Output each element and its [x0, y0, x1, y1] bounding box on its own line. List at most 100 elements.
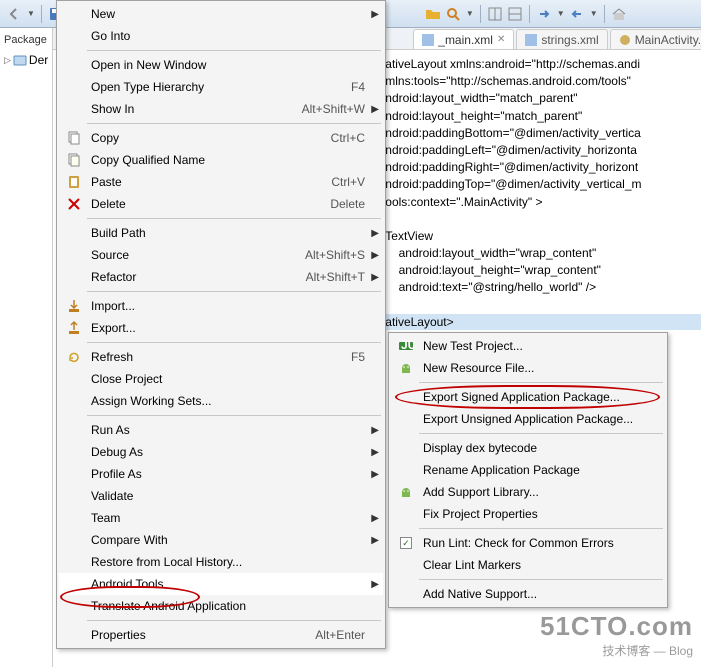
menu-item-go-into[interactable]: Go Into [59, 25, 383, 47]
menu-label: Run As [85, 423, 379, 437]
menu-item-profile-as[interactable]: Profile As▶ [59, 463, 383, 485]
watermark-subtext: 技术博客 — Blog [540, 642, 693, 659]
layout2-icon[interactable] [507, 6, 523, 22]
menu-item-open-type-hierarchy[interactable]: Open Type HierarchyF4 [59, 76, 383, 98]
menu-label: Show In [85, 102, 302, 116]
back2-icon[interactable] [569, 6, 585, 22]
menu-shortcut: Ctrl+V [331, 175, 379, 189]
tab-main-xml[interactable]: _main.xml ✕ [413, 29, 514, 49]
check-icon: ✓ [395, 537, 417, 549]
menu-item-translate-android-application[interactable]: Translate Android Application [59, 595, 383, 617]
menu-item-run-as[interactable]: Run As▶ [59, 419, 383, 441]
menu-item-copy-qualified-name[interactable]: Copy Qualified Name [59, 149, 383, 171]
separator [529, 5, 530, 23]
menu-label: Copy [85, 131, 331, 145]
menu-item-open-in-new-window[interactable]: Open in New Window [59, 54, 383, 76]
dropdown-icon[interactable]: ▼ [466, 9, 474, 18]
menu-label: Translate Android Application [85, 599, 379, 613]
menu-item-run-lint-check-for-common-errors[interactable]: ✓Run Lint: Check for Common Errors [391, 532, 665, 554]
menu-item-display-dex-bytecode[interactable]: Display dex bytecode [391, 437, 665, 459]
dropdown-icon[interactable]: ▼ [590, 9, 598, 18]
menu-item-export-unsigned-application-package[interactable]: Export Unsigned Application Package... [391, 408, 665, 430]
code-editor[interactable]: ativeLayout xmlns:android="http://schema… [383, 50, 701, 336]
menu-label: Close Project [85, 372, 379, 386]
menu-separator [87, 342, 381, 343]
forward-icon[interactable] [536, 6, 552, 22]
menu-label: Clear Lint Markers [417, 558, 661, 572]
open-folder-icon[interactable] [425, 6, 441, 22]
menu-item-properties[interactable]: PropertiesAlt+Enter [59, 624, 383, 646]
menu-item-debug-as[interactable]: Debug As▶ [59, 441, 383, 463]
menu-label: Paste [85, 175, 331, 189]
menu-item-team[interactable]: Team▶ [59, 507, 383, 529]
dropdown-icon[interactable]: ▼ [557, 9, 565, 18]
code-line[interactable]: ativeLayout> [385, 314, 701, 330]
menu-item-new-resource-file[interactable]: New Resource File... [391, 357, 665, 379]
code-line[interactable]: ndroid:paddingTop="@dimen/activity_verti… [385, 177, 641, 191]
menu-item-copy[interactable]: CopyCtrl+C [59, 127, 383, 149]
code-line[interactable]: ativeLayout xmlns:android="http://schema… [385, 57, 640, 71]
menu-item-android-tools[interactable]: Android Tools▶ [59, 573, 383, 595]
menu-shortcut: Alt+Enter [315, 628, 379, 642]
menu-item-show-in[interactable]: Show InAlt+Shift+W▶ [59, 98, 383, 120]
code-line[interactable]: android:text="@string/hello_world" /> [385, 280, 596, 294]
menu-item-compare-with[interactable]: Compare With▶ [59, 529, 383, 551]
code-line[interactable]: ndroid:paddingLeft="@dimen/activity_hori… [385, 143, 637, 157]
menu-item-paste[interactable]: PasteCtrl+V [59, 171, 383, 193]
watermark-text: 51CTO.com [540, 611, 693, 642]
menu-item-fix-project-properties[interactable]: Fix Project Properties [391, 503, 665, 525]
menu-item-assign-working-sets[interactable]: Assign Working Sets... [59, 390, 383, 412]
layout-icon[interactable] [487, 6, 503, 22]
dropdown-icon[interactable]: ▼ [27, 9, 35, 18]
menu-item-export[interactable]: Export... [59, 317, 383, 339]
menu-item-validate[interactable]: Validate [59, 485, 383, 507]
menu-item-rename-application-package[interactable]: Rename Application Package [391, 459, 665, 481]
code-line[interactable]: android:layout_height="wrap_content" [385, 263, 601, 277]
code-line[interactable]: ndroid:layout_width="match_parent" [385, 91, 577, 105]
menu-label: New [85, 7, 379, 21]
menu-shortcut: Ctrl+C [331, 131, 379, 145]
menu-item-build-path[interactable]: Build Path▶ [59, 222, 383, 244]
tab-main-activity[interactable]: MainActivity.java [610, 29, 701, 49]
separator [480, 5, 481, 23]
menu-item-import[interactable]: Import... [59, 295, 383, 317]
menu-item-clear-lint-markers[interactable]: Clear Lint Markers [391, 554, 665, 576]
menu-label: Refactor [85, 270, 306, 284]
menu-item-add-support-library[interactable]: Add Support Library... [391, 481, 665, 503]
menu-label: Open Type Hierarchy [85, 80, 351, 94]
menu-label: Export Unsigned Application Package... [417, 412, 661, 426]
code-line[interactable]: android:layout_width="wrap_content" [385, 246, 596, 260]
menu-item-refactor[interactable]: RefactorAlt+Shift+T▶ [59, 266, 383, 288]
menu-item-add-native-support[interactable]: Add Native Support... [391, 583, 665, 605]
menu-separator [87, 291, 381, 292]
menu-item-delete[interactable]: DeleteDelete [59, 193, 383, 215]
menu-item-restore-from-local-history[interactable]: Restore from Local History... [59, 551, 383, 573]
menu-label: New Test Project... [417, 339, 661, 353]
paste-icon [63, 174, 85, 190]
submenu-arrow-icon: ▶ [371, 104, 379, 115]
search-icon[interactable] [445, 6, 461, 22]
menu-item-close-project[interactable]: Close Project [59, 368, 383, 390]
menu-item-source[interactable]: SourceAlt+Shift+S▶ [59, 244, 383, 266]
watermark: 51CTO.com 技术博客 — Blog [540, 611, 693, 659]
code-line[interactable]: ndroid:paddingBottom="@dimen/activity_ve… [385, 126, 641, 140]
code-line[interactable]: ndroid:paddingRight="@dimen/activity_hor… [385, 160, 638, 174]
menu-item-export-signed-application-package[interactable]: Export Signed Application Package... [391, 386, 665, 408]
nav-back-icon[interactable] [6, 6, 22, 22]
copy-icon [63, 130, 85, 146]
expand-icon[interactable]: ▷ [4, 55, 11, 66]
menu-label: Source [85, 248, 305, 262]
separator [604, 5, 605, 23]
menu-item-new[interactable]: New▶ [59, 3, 383, 25]
code-line[interactable]: TextView [385, 229, 433, 243]
code-line[interactable]: mlns:tools="http://schemas.android.com/t… [385, 74, 631, 88]
menu-item-refresh[interactable]: RefreshF5 [59, 346, 383, 368]
submenu-arrow-icon: ▶ [371, 228, 379, 239]
tab-strings-xml[interactable]: strings.xml [516, 29, 607, 49]
code-line[interactable]: ools:context=".MainActivity" > [385, 195, 542, 209]
home-icon[interactable] [611, 6, 627, 22]
code-line[interactable]: ndroid:layout_height="match_parent" [385, 109, 582, 123]
close-icon[interactable]: ✕ [497, 34, 505, 45]
project-node[interactable]: ▷ Der [4, 52, 48, 68]
menu-item-new-test-project[interactable]: JUNew Test Project... [391, 335, 665, 357]
